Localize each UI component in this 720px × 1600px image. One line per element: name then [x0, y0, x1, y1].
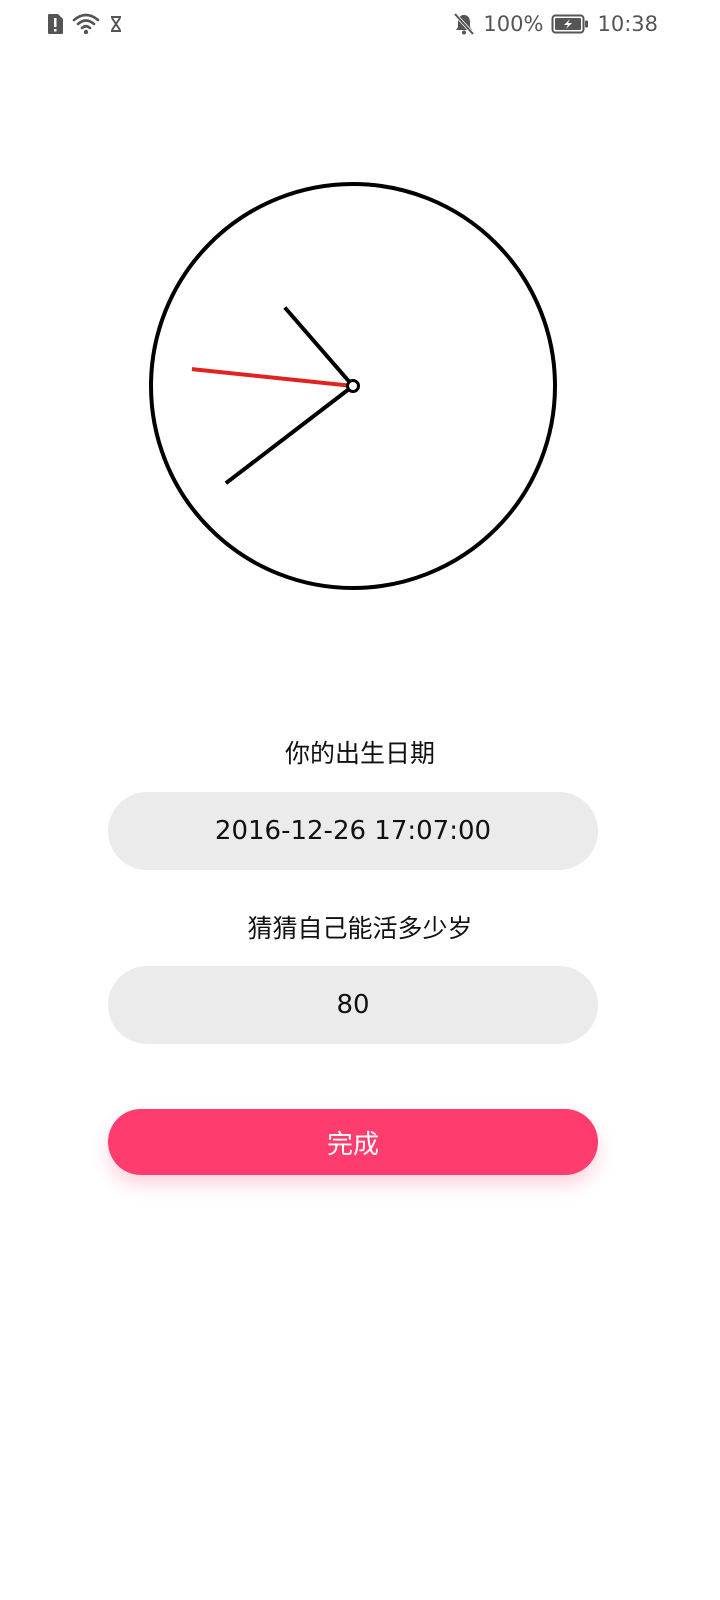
- lifespan-value: 80: [336, 990, 370, 1020]
- battery-charging-icon: [551, 13, 589, 35]
- done-button[interactable]: 完成: [108, 1109, 598, 1175]
- bell-off-icon: [453, 12, 475, 36]
- clock-center-pin: [346, 379, 360, 393]
- minute-hand: [224, 384, 355, 485]
- second-hand: [191, 367, 354, 388]
- app-screen: 100% 10:38 你的出生日期 2016-12-26 17:07:00 猜猜…: [0, 0, 720, 1600]
- wifi-icon: [72, 13, 100, 35]
- lifespan-field[interactable]: 80: [108, 966, 598, 1044]
- lifespan-label: 猜猜自己能活多少岁: [247, 914, 473, 943]
- battery-percent: 100%: [483, 12, 544, 36]
- birth-date-value: 2016-12-26 17:07:00: [214, 816, 492, 846]
- status-left-group: [46, 10, 124, 38]
- analog-clock: [145, 178, 561, 594]
- sim-alert-icon: [46, 13, 64, 35]
- signal-off-icon: [108, 14, 124, 34]
- hour-hand: [283, 306, 355, 388]
- clock-face-svg: [149, 182, 557, 590]
- status-time: 10:38: [597, 12, 658, 36]
- birth-date-label: 你的出生日期: [284, 739, 435, 768]
- done-button-label: 完成: [326, 1129, 379, 1160]
- status-bar: 100% 10:38: [0, 0, 720, 48]
- status-right-group: 100% 10:38: [453, 10, 658, 38]
- birth-date-field[interactable]: 2016-12-26 17:07:00: [108, 792, 598, 870]
